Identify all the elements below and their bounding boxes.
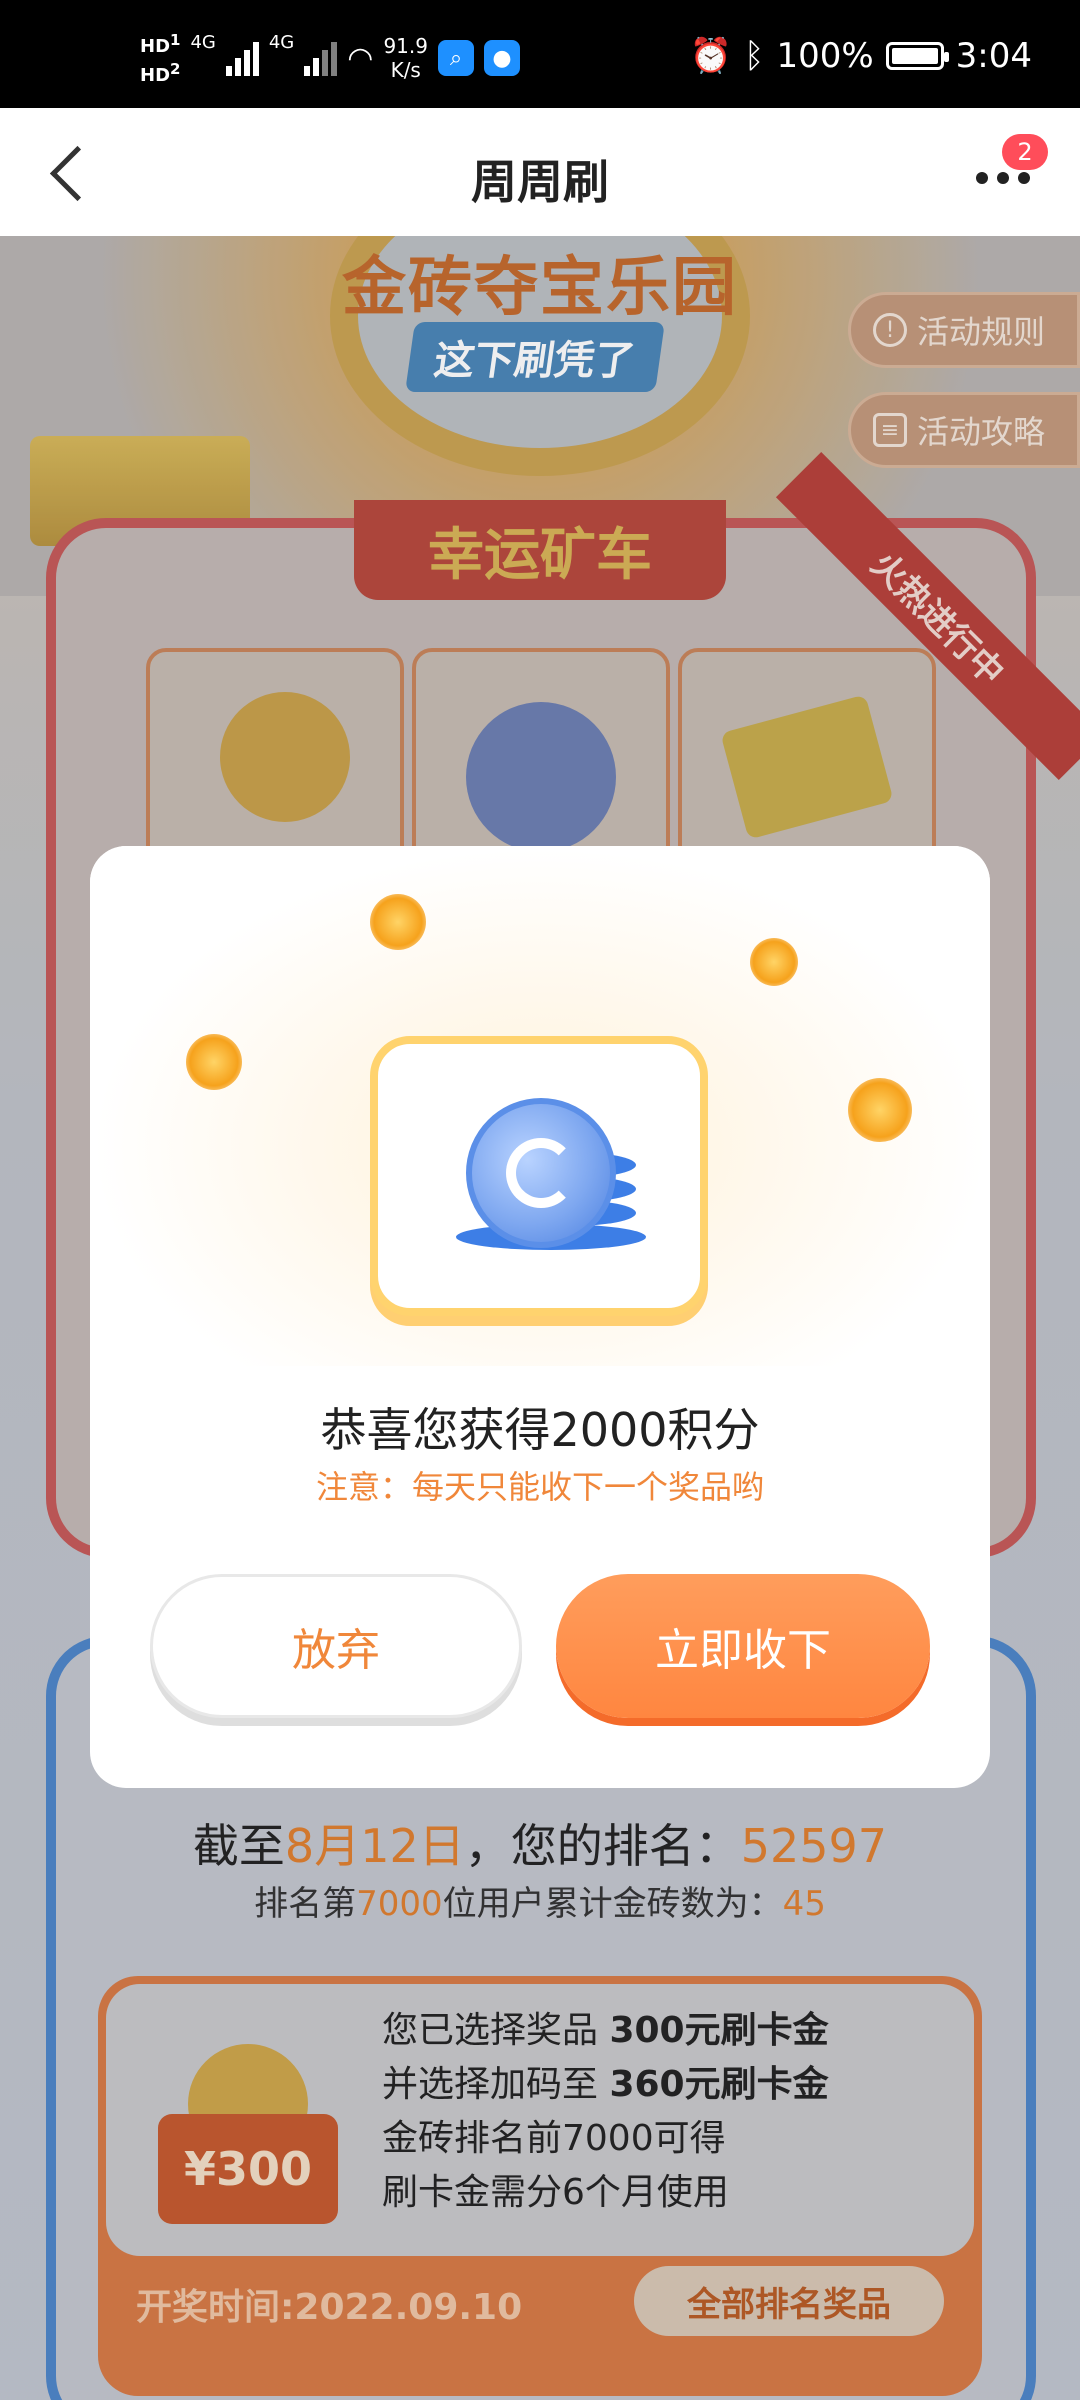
hd2-sub: 2 [170,60,181,78]
wifi-icon: ◠ [347,40,374,76]
coin-face [466,1098,616,1248]
points-coin-icon [456,1092,646,1262]
hd1-sub: 1 [170,31,181,49]
dot-icon [976,172,988,184]
bulb-app-icon: ● [483,40,520,76]
reward-note: 注意：每天只能收下一个奖品哟 [315,1468,764,1506]
net2-label: 4G [268,32,295,53]
status-right: ⏰ ᛒ 100% 3:04 [690,36,1032,76]
bluetooth-icon: ᛒ [744,36,765,76]
page-title: 周周刷 [471,155,609,209]
sparkle-coin-icon [370,894,426,950]
search-app-icon: ⌕ [437,40,474,76]
abandon-button[interactable]: 放弃 [150,1574,522,1718]
speed-unit: K/s [390,58,421,82]
reward-dialog: 恭喜您获得2000积分 注意：每天只能收下一个奖品哟 放弃 立即收下 [90,846,990,1788]
status-bar: HD1 HD2 4G 4G ◠ 91.9 K/s ⌕ ● ⏰ ᛒ 100% 3:… [0,0,1080,108]
status-left: HD1 HD2 4G 4G ◠ 91.9 K/s ⌕ ● [140,28,520,88]
prize-image-frame [370,1036,708,1316]
net1-label: 4G [190,32,216,53]
reward-title: 恭喜您获得2000积分 [320,1403,760,1457]
sparkle-coin-icon [186,1034,242,1090]
signal-icon [225,40,259,76]
hd-indicator: HD1 HD2 [140,29,180,87]
net-speed: 91.9 K/s [383,34,428,82]
sparkle-coin-icon [848,1078,912,1142]
hd1-label: HD [140,36,171,57]
nav-bar: 周周刷 2 [0,108,1080,236]
accept-button[interactable]: 立即收下 [556,1574,930,1718]
sparkle-coin-icon [750,938,798,986]
notification-badge: 2 [1002,134,1048,170]
dot-icon [1018,172,1030,184]
battery-percent: 100% [776,36,874,76]
dot-icon [997,172,1009,184]
signal-icon-2 [304,40,338,76]
more-menu-button[interactable]: 2 [962,134,1048,208]
speed-value: 91.9 [383,34,428,58]
alarm-icon: ⏰ [689,36,733,76]
hd2-label: HD [140,65,171,86]
battery-icon [885,42,949,70]
clock: 3:04 [955,36,1032,76]
